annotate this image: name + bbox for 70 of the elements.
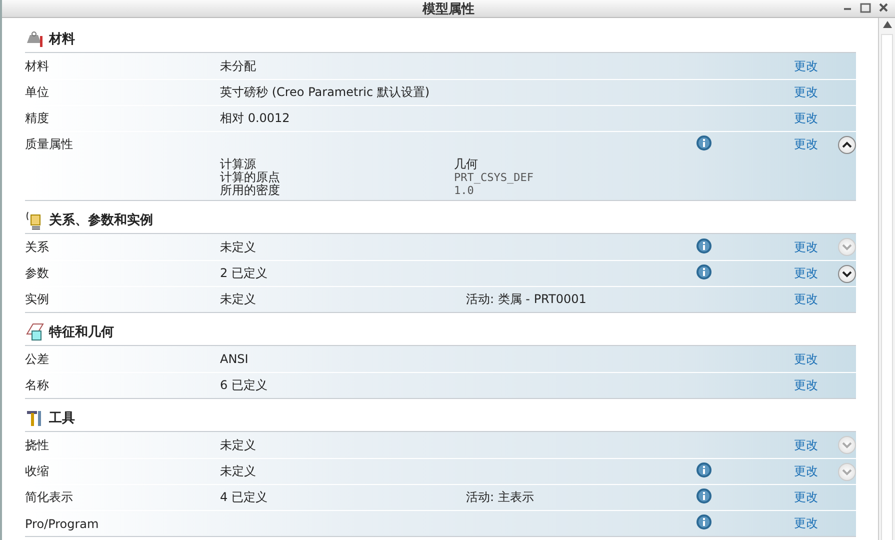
change-link[interactable]: 更改	[794, 265, 838, 282]
active-note: 活动: 主表示	[466, 490, 534, 504]
collapse-button[interactable]	[838, 136, 856, 154]
detail-label: 所用的密度	[220, 184, 281, 197]
property-label: 实例	[25, 291, 50, 308]
change-link[interactable]: 更改	[794, 463, 838, 480]
scrollbar[interactable]	[878, 18, 895, 540]
info-icon[interactable]	[696, 135, 712, 151]
property-label: 公差	[25, 350, 50, 368]
chevron-down-icon	[842, 243, 852, 251]
info-icon[interactable]	[696, 488, 712, 504]
info-icon[interactable]	[696, 514, 712, 530]
active-note: 活动: 类属 - PRT0001	[466, 292, 586, 306]
section-title: 关系、参数和实例	[49, 212, 153, 228]
info-icon[interactable]	[696, 238, 712, 254]
change-link[interactable]: 更改	[794, 58, 838, 74]
property-value: 未定义	[220, 438, 256, 452]
section-title: 特征和几何	[49, 324, 114, 340]
property-label: 简化表示	[25, 489, 74, 506]
property-label: 挠性	[25, 436, 50, 454]
property-value: 2 已定义	[220, 266, 268, 280]
change-link[interactable]: 更改	[794, 110, 838, 127]
chevron-up-icon	[842, 140, 852, 148]
info-icon[interactable]	[696, 462, 712, 478]
property-label: 材料	[25, 58, 50, 74]
property-value: 未定义	[220, 464, 256, 478]
change-link[interactable]: 更改	[794, 350, 838, 368]
change-link[interactable]: 更改	[794, 84, 838, 101]
detail-value: PRT_CSYS_DEF	[454, 171, 534, 184]
scroll-up-icon[interactable]	[883, 21, 892, 28]
close-icon[interactable]	[878, 2, 889, 13]
section-title: 工具	[49, 410, 75, 426]
cube-icon	[25, 322, 45, 342]
property-value: 相对 0.0012	[220, 111, 290, 125]
property-label: 参数	[25, 265, 50, 282]
property-value: 4 已定义	[220, 490, 268, 504]
property-value: 英寸磅秒 (Creo Parametric 默认设置)	[220, 85, 430, 99]
change-link[interactable]: 更改	[794, 291, 838, 308]
chevron-down-icon	[842, 468, 852, 476]
property-value: ANSI	[220, 352, 248, 366]
property-label: Pro/Program	[25, 516, 100, 530]
property-label: 名称	[25, 377, 50, 394]
change-link[interactable]: 更改	[794, 436, 838, 454]
detail-value: 几何	[454, 158, 479, 171]
property-label: 精度	[25, 110, 50, 127]
maximize-icon[interactable]	[860, 2, 871, 13]
property-value: 6 已定义	[220, 378, 268, 392]
info-icon[interactable]	[696, 264, 712, 280]
property-value: 未分配	[220, 58, 256, 72]
change-link[interactable]: 更改	[794, 377, 838, 394]
section-title: 材料	[49, 30, 75, 48]
expand-button[interactable]	[838, 264, 856, 282]
property-value: 未定义	[220, 292, 256, 306]
detail-value: 1.0	[454, 184, 475, 197]
property-label: 收缩	[25, 463, 50, 480]
change-link[interactable]: 更改	[794, 489, 838, 506]
detail-label: 计算的原点	[220, 171, 281, 184]
detail-label: 计算源	[220, 158, 257, 171]
change-link[interactable]: 更改	[794, 238, 838, 256]
chevron-down-icon	[842, 441, 852, 449]
property-label: 质量属性	[25, 136, 74, 153]
window-title: 模型属性	[422, 0, 474, 18]
scroll-thumb[interactable]	[881, 34, 893, 540]
property-label: 关系	[25, 238, 50, 256]
property-value: 未定义	[220, 240, 256, 254]
change-link[interactable]: 更改	[794, 515, 838, 532]
weight-icon	[25, 28, 45, 48]
property-label: 单位	[25, 84, 50, 101]
change-link[interactable]: 更改	[794, 136, 838, 153]
chevron-down-icon	[842, 270, 852, 278]
